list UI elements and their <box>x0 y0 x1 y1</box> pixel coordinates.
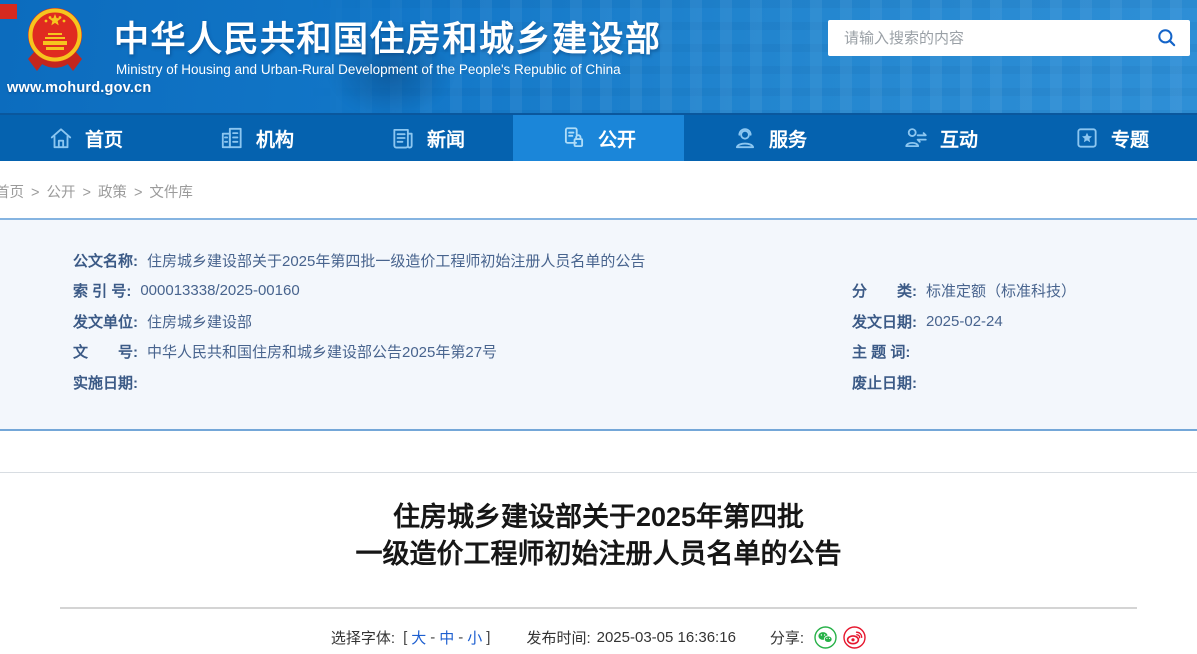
share-label: 分享: <box>769 629 805 647</box>
doc-number-label: 文 号: <box>73 344 138 362</box>
article-title-line2: 一级造价工程师初始注册人员名单的公告 <box>355 539 842 569</box>
publish-time-value: 2025-03-05 16:36:16 <box>596 628 736 646</box>
wechat-share-icon[interactable] <box>814 625 837 649</box>
meta-row-name: 公文名称: 住房城乡建设部关于2025年第四批一级造价工程师初始注册人员名单的公… <box>73 245 1197 276</box>
meta-row-index-category: 索 引 号: 000013338/2025-00160 分 类: 标准定额（标准… <box>73 276 1197 307</box>
meta-row-issuer-date: 发文单位: 住房城乡建设部 发文日期: 2025-02-24 <box>73 306 1197 337</box>
site-header: www.mohurd.gov.cn 中华人民共和国住房和城乡建设部 Minist… <box>0 0 1197 119</box>
article-title-line1: 住房城乡建设部关于2025年第四批 <box>392 502 805 532</box>
search-icon <box>1158 29 1176 47</box>
article-divider <box>60 607 1137 609</box>
doc-number-value: 中华人民共和国住房和城乡建设部公告2025年第27号 <box>147 344 498 362</box>
issue-date-label: 发文日期: <box>852 313 917 331</box>
nav-item-special-topics[interactable]: 专题 <box>1026 115 1197 161</box>
nav-item-news[interactable]: 新闻 <box>342 115 513 161</box>
publish-time-label: 发布时间: <box>526 629 591 647</box>
breadcrumb: 首页 > 公开 > 政策 > 文件库 <box>0 181 193 202</box>
doc-name-value: 住房城乡建设部关于2025年第四批一级造价工程师初始注册人员名单的公告 <box>147 252 646 270</box>
font-size-large-link[interactable]: 大 <box>411 627 426 648</box>
main-nav: 首页 机构 新闻 公开 服务 互动 专题 <box>0 113 1197 161</box>
issue-date-value: 2025-02-24 <box>926 312 1003 330</box>
nav-item-disclosure[interactable]: 公开 <box>513 115 684 161</box>
breadcrumb-bar: 首页 > 公开 > 政策 > 文件库 <box>0 161 1197 218</box>
nav-item-home[interactable]: 首页 <box>0 115 171 161</box>
font-select-label: 选择字体: <box>330 629 396 647</box>
site-title-cn: 中华人民共和国住房和城乡建设部 <box>114 20 662 59</box>
national-emblem-icon <box>28 8 82 71</box>
breadcrumb-item-home[interactable]: 首页 <box>0 185 24 201</box>
nav-item-label: 新闻 <box>426 129 465 151</box>
index-number-value: 000013338/2025-00160 <box>140 282 300 300</box>
red-flag-icon <box>0 4 17 19</box>
interact-icon <box>903 125 929 151</box>
breadcrumb-item-library[interactable]: 文件库 <box>149 185 193 201</box>
nav-item-organization[interactable]: 机构 <box>171 115 342 161</box>
home-icon <box>48 125 74 151</box>
font-size-separator: - <box>458 628 464 646</box>
font-size-selector: 选择字体: [ 大 - 中 - 小 ] <box>331 627 493 648</box>
nav-item-label: 公开 <box>597 129 636 151</box>
nav-item-label: 机构 <box>255 129 294 151</box>
breadcrumb-separator: > <box>31 185 40 201</box>
bracket-close: ] <box>486 628 491 646</box>
section-divider <box>0 472 1197 473</box>
search-box <box>828 20 1190 56</box>
font-size-small-link[interactable]: 小 <box>467 627 482 648</box>
news-icon <box>390 125 416 151</box>
breadcrumb-item-policy[interactable]: 政策 <box>98 185 127 201</box>
article-title: 住房城乡建设部关于2025年第四批 一级造价工程师初始注册人员名单的公告 <box>0 499 1197 573</box>
issuer-value: 住房城乡建设部 <box>147 313 253 331</box>
category-value: 标准定额（标准科技） <box>926 283 1077 301</box>
weibo-share-icon[interactable] <box>843 625 866 649</box>
nav-item-label: 互动 <box>939 129 978 151</box>
disclosure-icon <box>561 125 587 151</box>
article-toolbar: 选择字体: [ 大 - 中 - 小 ] 发布时间: 2025-03-05 16:… <box>0 624 1197 650</box>
special-topic-icon <box>1074 125 1100 151</box>
breadcrumb-separator: > <box>82 185 91 201</box>
page: www.mohurd.gov.cn 中华人民共和国住房和城乡建设部 Minist… <box>0 0 1197 654</box>
bracket-open: [ <box>403 628 408 646</box>
font-size-medium-link[interactable]: 中 <box>439 627 454 648</box>
index-number-label: 索 引 号: <box>73 283 132 301</box>
nav-item-service[interactable]: 服务 <box>684 115 855 161</box>
font-size-separator: - <box>430 628 436 646</box>
issuer-label: 发文单位: <box>73 313 138 331</box>
meta-row-dates: 实施日期: 废止日期: <box>73 367 1197 398</box>
effective-date-label: 实施日期: <box>73 374 138 392</box>
nav-item-label: 服务 <box>768 129 807 151</box>
organization-icon <box>219 125 245 151</box>
document-meta-panel: 公文名称: 住房城乡建设部关于2025年第四批一级造价工程师初始注册人员名单的公… <box>0 218 1197 431</box>
nav-item-interact[interactable]: 互动 <box>855 115 1026 161</box>
category-label: 分 类: <box>852 283 917 301</box>
search-input[interactable] <box>828 20 1144 56</box>
breadcrumb-separator: > <box>133 185 143 201</box>
breadcrumb-item-disclosure[interactable]: 公开 <box>46 185 75 201</box>
repeal-date-label: 废止日期: <box>852 374 917 392</box>
share-bar: 分享: <box>769 625 866 649</box>
doc-name-label: 公文名称: <box>73 252 138 270</box>
site-url: www.mohurd.gov.cn <box>7 80 152 96</box>
publish-time: 发布时间: 2025-03-05 16:36:16 <box>526 627 735 648</box>
nav-item-label: 首页 <box>84 129 123 151</box>
nav-item-label: 专题 <box>1110 129 1149 151</box>
site-title-en: Ministry of Housing and Urban-Rural Deve… <box>116 62 621 77</box>
subject-words-label: 主 题 词: <box>852 344 911 362</box>
meta-row-number-subject: 文 号: 中华人民共和国住房和城乡建设部公告2025年第27号 主 题 词: <box>73 337 1197 368</box>
service-icon <box>732 125 758 151</box>
search-button[interactable] <box>1144 20 1190 56</box>
